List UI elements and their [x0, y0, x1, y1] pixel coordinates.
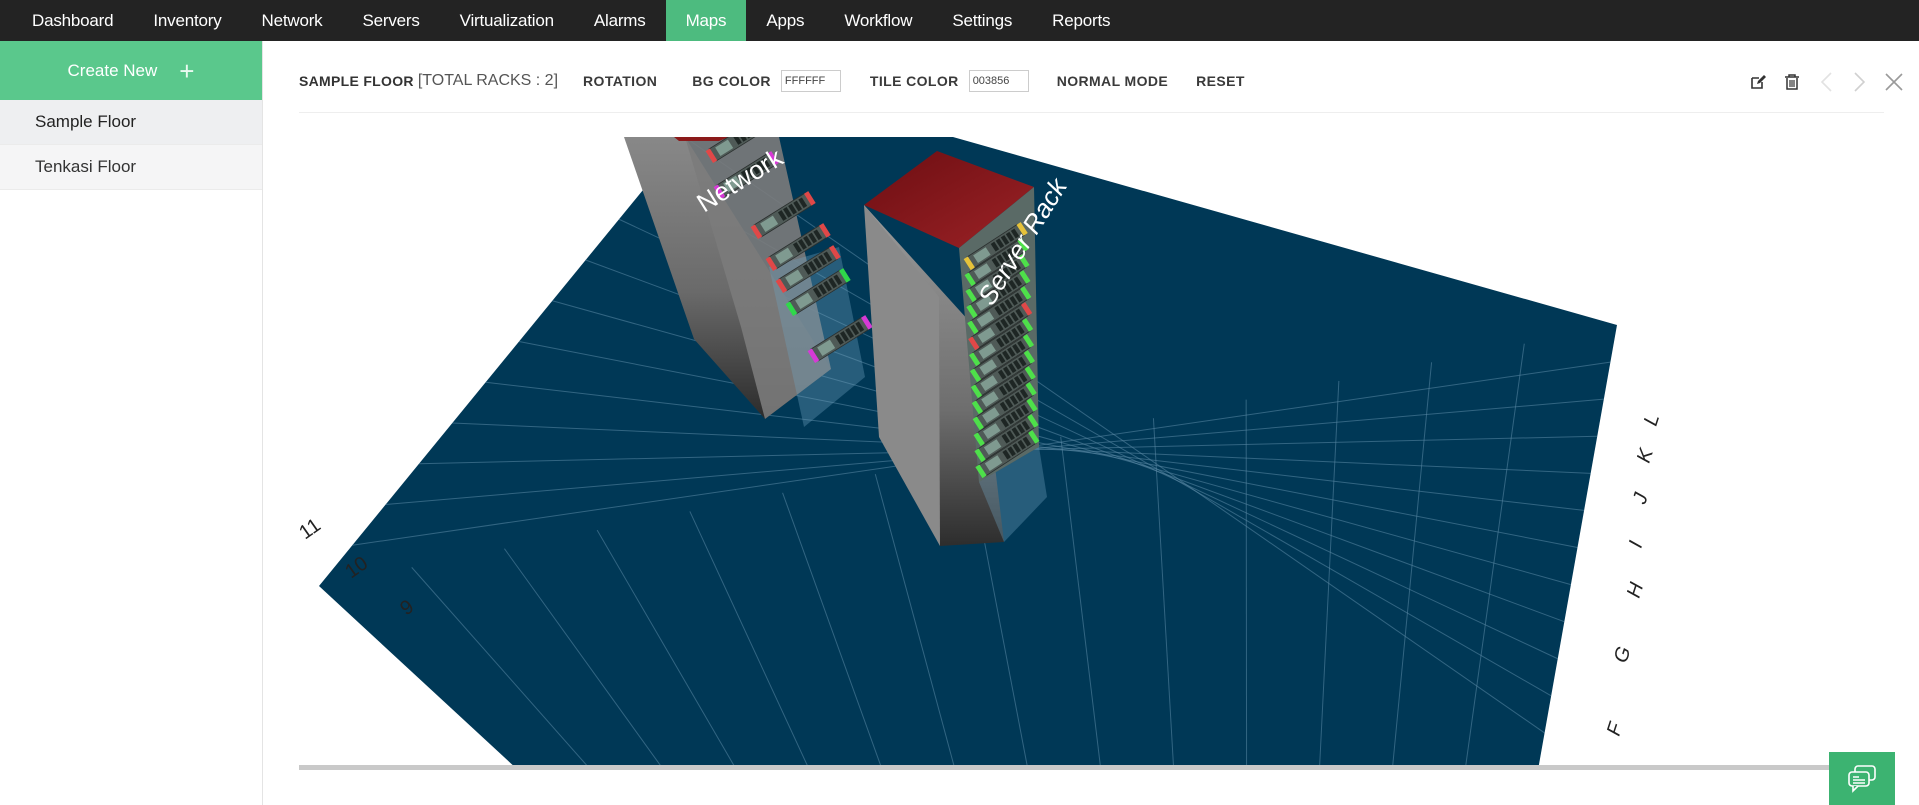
row-label: J	[1629, 489, 1654, 507]
floor-actions	[1748, 72, 1904, 92]
nav-virtualization[interactable]: Virtualization	[440, 0, 574, 41]
nav-workflow[interactable]: Workflow	[824, 0, 932, 41]
nav-network[interactable]: Network	[242, 0, 343, 41]
create-new-label: Create New	[67, 60, 158, 80]
row-label: I	[1625, 538, 1648, 551]
floor-title: SAMPLE FLOOR	[299, 73, 414, 89]
nav-apps[interactable]: Apps	[746, 0, 824, 41]
sidebar: Create New + Sample Floor Tenkasi Floor	[0, 41, 263, 805]
tile-color-input[interactable]	[968, 70, 1029, 92]
nav-servers[interactable]: Servers	[342, 0, 439, 41]
nav-reports[interactable]: Reports	[1032, 0, 1130, 41]
plus-icon: +	[179, 55, 195, 86]
nav-settings[interactable]: Settings	[932, 0, 1032, 41]
sidebar-item-sample-floor[interactable]: Sample Floor	[0, 100, 262, 145]
nav-maps[interactable]: Maps	[665, 0, 747, 41]
row-label: K	[1633, 444, 1659, 465]
floor-canvas[interactable]: Network Server Rack FGHIJKL 11109	[299, 137, 1884, 770]
edit-icon[interactable]	[1748, 72, 1768, 92]
floor-toolbar: SAMPLE FLOOR [TOTAL RACKS : 2] ROTATION …	[299, 62, 1884, 100]
rotation-button[interactable]: ROTATION	[583, 73, 657, 89]
bg-color-input[interactable]	[780, 70, 841, 92]
close-icon[interactable]	[1884, 72, 1904, 92]
toolbar-divider	[299, 112, 1884, 113]
nav-alarms[interactable]: Alarms	[574, 0, 666, 41]
total-racks-count: [TOTAL RACKS : 2]	[417, 72, 559, 89]
tile-color-label: TILE COLOR	[869, 73, 959, 89]
trash-icon[interactable]	[1782, 72, 1802, 92]
sidebar-item-tenkasi-floor[interactable]: Tenkasi Floor	[0, 145, 262, 190]
row-label: L	[1640, 411, 1664, 428]
reset-button[interactable]: RESET	[1196, 73, 1245, 89]
horizontal-scrollbar[interactable]	[299, 765, 1829, 770]
nav-dashboard[interactable]: Dashboard	[12, 0, 133, 41]
row-label: F	[1603, 718, 1628, 738]
row-label: G	[1610, 644, 1636, 666]
row-labels: F G H I J KL	[1603, 411, 1664, 738]
row-label: H	[1623, 579, 1649, 600]
chevron-right-icon[interactable]	[1850, 72, 1870, 92]
normal-mode-button[interactable]: NORMAL MODE	[1057, 73, 1168, 89]
bg-color-label: BG COLOR	[692, 73, 771, 89]
floor-3d-view[interactable]: Network Server Rack FGHIJKL 11 10 9	[299, 137, 1884, 770]
nav-inventory[interactable]: Inventory	[133, 0, 241, 41]
create-new-button[interactable]: Create New +	[0, 41, 262, 100]
column-label: 11	[299, 514, 325, 544]
chat-icon	[1848, 764, 1876, 793]
chevron-left-icon[interactable]	[1816, 72, 1836, 92]
chat-button[interactable]	[1829, 752, 1895, 805]
top-nav: Dashboard Inventory Network Servers Virt…	[0, 0, 1919, 41]
